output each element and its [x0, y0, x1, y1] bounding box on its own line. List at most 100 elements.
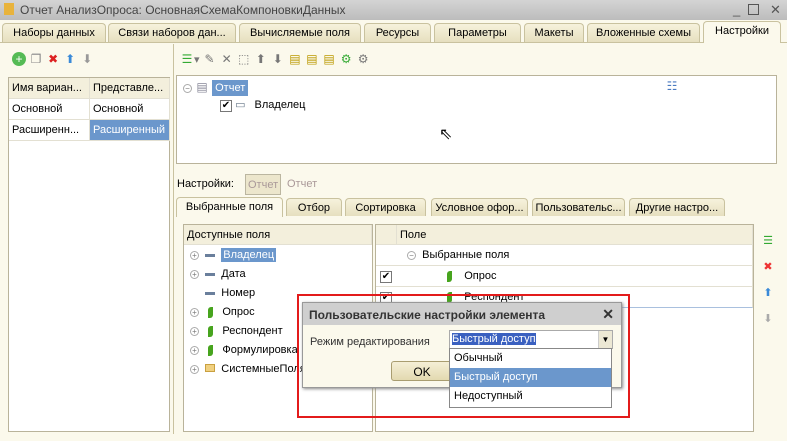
move-up-icon[interactable]: ⬆: [254, 52, 268, 66]
table-cell[interactable]: Основной: [90, 99, 170, 120]
tab-user-fields[interactable]: Пользовательс...: [532, 198, 625, 216]
tab-parameters[interactable]: Параметры: [434, 23, 521, 42]
export-icon[interactable]: ▤: [305, 52, 319, 66]
document-icon: ▤: [196, 80, 208, 94]
structure-view-icon[interactable]: ☷: [665, 79, 679, 93]
expand-icon[interactable]: +: [190, 365, 199, 374]
tab-nested-schemas[interactable]: Вложенные схемы: [587, 23, 700, 42]
tab-divider: [0, 42, 787, 43]
tree-node-owner[interactable]: ✔ ▭ Владелец: [220, 98, 305, 117]
delete-icon[interactable]: ✖: [46, 52, 60, 66]
tab-filter[interactable]: Отбор: [286, 198, 342, 216]
option-unavailable[interactable]: Недоступный: [450, 387, 611, 406]
reference-icon: [208, 325, 214, 337]
expand-icon[interactable]: +: [190, 251, 199, 260]
move-up-icon[interactable]: ⬆: [760, 280, 776, 306]
available-fields-list: + Владелец + Дата Номер + Опрос + Респон…: [190, 246, 306, 379]
column-header-name[interactable]: Имя вариан...: [9, 78, 90, 99]
option-quick-access[interactable]: Быстрый доступ: [450, 368, 611, 387]
tab-datasets[interactable]: Наборы данных: [2, 23, 106, 42]
close-button[interactable]: ✕: [770, 2, 781, 18]
field-icon: [205, 272, 216, 276]
item-label: Формулировка: [222, 344, 298, 356]
reference-icon: [208, 306, 214, 318]
wizard-icon[interactable]: ⬚: [237, 52, 251, 66]
move-down-icon[interactable]: ⬇: [80, 52, 94, 66]
item-label: Опрос: [222, 306, 255, 318]
edit-icon[interactable]: ✎: [203, 52, 217, 66]
settings-report-button[interactable]: Отчет: [245, 174, 282, 195]
table-cell[interactable]: Основной: [9, 99, 90, 120]
collapse-icon[interactable]: −: [183, 84, 192, 93]
list-item[interactable]: Номер: [190, 284, 306, 303]
add-group-icon[interactable]: ☰: [180, 52, 194, 66]
list-item[interactable]: + Формулировка: [190, 341, 306, 360]
settings-label: Настройки:: [177, 178, 234, 190]
collapse-icon[interactable]: −: [407, 251, 416, 260]
ok-button[interactable]: OK: [391, 361, 453, 381]
table-cell[interactable]: Расширенный: [90, 120, 170, 141]
tab-dataset-links[interactable]: Связи наборов дан...: [108, 23, 236, 42]
settings-icon[interactable]: ▤: [288, 52, 302, 66]
save-icon[interactable]: ▤: [322, 52, 336, 66]
maximize-button[interactable]: [748, 4, 759, 15]
item-label: Номер: [221, 287, 256, 299]
group-label: Выбранные поля: [422, 249, 510, 261]
expand-icon[interactable]: +: [190, 346, 199, 355]
delete-icon[interactable]: ✕: [220, 52, 234, 66]
field-column-header[interactable]: Поле: [397, 225, 753, 245]
table-row[interactable]: ✔ Опрос: [376, 266, 753, 287]
minimize-button[interactable]: _: [733, 2, 740, 17]
add-icon[interactable]: +: [12, 52, 26, 66]
reference-icon: [208, 344, 214, 356]
tab-resources[interactable]: Ресурсы: [364, 23, 431, 42]
column-header-presentation[interactable]: Представле...: [90, 78, 170, 99]
checkbox[interactable]: ✔: [220, 100, 232, 112]
checkbox[interactable]: ✔: [380, 271, 392, 283]
tab-calculated-fields[interactable]: Вычисляемые поля: [239, 23, 361, 42]
add-setting-icon[interactable]: ⚙: [339, 52, 353, 66]
expand-icon[interactable]: +: [190, 308, 199, 317]
app-icon: [4, 3, 14, 15]
option-normal[interactable]: Обычный: [450, 349, 611, 368]
mouse-cursor: ⇖: [439, 126, 453, 143]
edit-mode-select[interactable]: Быстрый доступ ▼: [449, 330, 613, 349]
move-up-icon[interactable]: ⬆: [63, 52, 77, 66]
folder-icon: [205, 364, 216, 372]
variants-table: Имя вариан... Представле... Основной Осн…: [8, 77, 170, 432]
dialog-title: Пользовательские настройки элемента: [303, 303, 621, 325]
move-down-icon[interactable]: ⬇: [271, 52, 285, 66]
edit-mode-dropdown: Обычный Быстрый доступ Недоступный: [449, 348, 612, 408]
table-cell[interactable]: Расширенн...: [9, 120, 90, 141]
tab-settings[interactable]: Настройки: [703, 21, 781, 43]
edit-mode-label: Режим редактирования: [310, 336, 430, 348]
tab-conditional-format[interactable]: Условное офор...: [431, 198, 528, 216]
tab-sort[interactable]: Сортировка: [345, 198, 426, 216]
expand-icon[interactable]: +: [190, 270, 199, 279]
list-item[interactable]: + СистемныеПоля: [190, 360, 306, 379]
available-fields-header: Доступные поля: [184, 225, 372, 245]
splitter[interactable]: [173, 44, 174, 434]
tab-selected-fields[interactable]: Выбранные поля: [176, 197, 283, 217]
table-row[interactable]: − Выбранные поля: [376, 245, 753, 266]
chevron-down-icon[interactable]: ▼: [598, 331, 612, 348]
find-setting-icon[interactable]: ⚙: [356, 52, 370, 66]
add-field-icon[interactable]: ☰: [760, 228, 776, 254]
tree-node-label: Отчет: [212, 80, 249, 96]
tab-other-settings[interactable]: Другие настро...: [629, 198, 725, 216]
copy-icon[interactable]: ❐: [29, 52, 43, 66]
list-item[interactable]: + Респондент: [190, 322, 306, 341]
expand-icon[interactable]: +: [190, 327, 199, 336]
field-icon: [205, 253, 216, 257]
item-label: СистемныеПоля: [221, 363, 306, 375]
tab-layouts[interactable]: Макеты: [524, 23, 584, 42]
tree-node-report[interactable]: − ▤ Отчет: [183, 80, 249, 99]
window-title: Отчет АнализОпроса: ОсновнаяСхемаКомпоно…: [20, 3, 346, 17]
move-down-icon[interactable]: ⬇: [760, 306, 776, 332]
list-item[interactable]: + Опрос: [190, 303, 306, 322]
list-item[interactable]: + Дата: [190, 265, 306, 284]
delete-icon[interactable]: ✖: [760, 254, 776, 280]
list-item[interactable]: + Владелец: [190, 246, 306, 265]
dialog-close-button[interactable]: ✕: [602, 306, 614, 323]
item-label: Респондент: [222, 325, 283, 337]
